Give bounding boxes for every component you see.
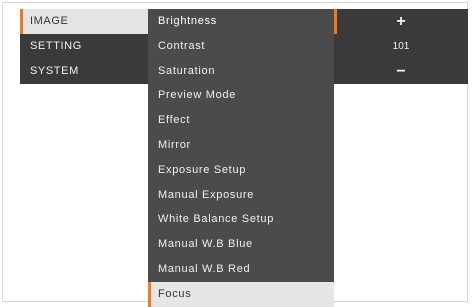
main-menu-item-setting[interactable]: SETTING	[20, 34, 148, 59]
submenu-item-white-balance-setup[interactable]: White Balance Setup	[148, 207, 334, 232]
submenu-item-contrast[interactable]: Contrast	[148, 34, 334, 59]
submenu-item-saturation[interactable]: Saturation	[148, 59, 334, 84]
submenu-item-mirror[interactable]: Mirror	[148, 133, 334, 158]
submenu-item-preview-mode[interactable]: Preview Mode	[148, 83, 334, 108]
submenu-item-brightness[interactable]: Brightness	[148, 9, 334, 34]
main-menu: IMAGE SETTING SYSTEM	[20, 9, 148, 84]
submenu-item-exposure-setup[interactable]: Exposure Setup	[148, 158, 334, 183]
submenu-item-manual-wb-red[interactable]: Manual W.B Red	[148, 257, 334, 282]
submenu-item-manual-wb-blue[interactable]: Manual W.B Blue	[148, 232, 334, 257]
value-adjust-panel: + 101 −	[334, 9, 468, 84]
main-menu-item-system[interactable]: SYSTEM	[20, 59, 148, 84]
decrease-button[interactable]: −	[334, 59, 468, 84]
main-menu-item-image[interactable]: IMAGE	[20, 9, 148, 34]
submenu-item-manual-exposure[interactable]: Manual Exposure	[148, 183, 334, 208]
image-submenu: Brightness Contrast Saturation Preview M…	[148, 9, 334, 307]
submenu-item-effect[interactable]: Effect	[148, 108, 334, 133]
increase-button[interactable]: +	[334, 9, 468, 34]
value-panel-accent-bar	[334, 9, 337, 34]
brightness-value: 101	[392, 41, 410, 52]
submenu-item-focus[interactable]: Focus	[148, 281, 334, 307]
